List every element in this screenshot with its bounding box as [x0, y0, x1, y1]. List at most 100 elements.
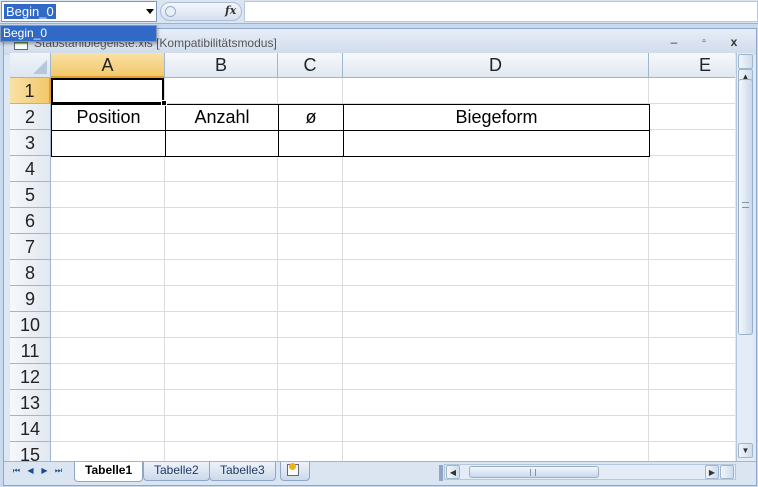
chevron-down-icon[interactable]: [146, 9, 154, 14]
cell-a11[interactable]: [51, 338, 165, 364]
cell-b11[interactable]: [165, 338, 278, 364]
row-header-12[interactable]: 12: [10, 364, 51, 390]
split-box-icon[interactable]: [738, 54, 753, 69]
cell-d12[interactable]: [343, 364, 649, 390]
cell-b10[interactable]: [165, 312, 278, 338]
cell-c4[interactable]: [278, 156, 343, 182]
cell-a14[interactable]: [51, 416, 165, 442]
cell-a12[interactable]: [51, 364, 165, 390]
cell-e12[interactable]: [649, 364, 735, 390]
column-header-b[interactable]: B: [165, 53, 278, 78]
cell-d9[interactable]: [343, 286, 649, 312]
row-header-3[interactable]: 3: [10, 130, 51, 156]
cell-e5[interactable]: [649, 182, 735, 208]
cell-a3[interactable]: [51, 130, 166, 157]
row-header-11[interactable]: 11: [10, 338, 51, 364]
row-header-5[interactable]: 5: [10, 182, 51, 208]
cell-c7[interactable]: [278, 234, 343, 260]
previous-sheet-icon[interactable]: ◀: [24, 465, 37, 477]
cell-a9[interactable]: [51, 286, 165, 312]
dropdown-item-begin-0[interactable]: Begin_0: [1, 26, 156, 41]
cell-d3[interactable]: [343, 130, 650, 157]
column-header-c[interactable]: C: [278, 53, 343, 78]
cell-d4[interactable]: [343, 156, 649, 182]
cell-b8[interactable]: [165, 260, 278, 286]
next-sheet-icon[interactable]: ▶: [38, 465, 51, 477]
cell-e13[interactable]: [649, 390, 735, 416]
cell-b9[interactable]: [165, 286, 278, 312]
cell-e14[interactable]: [649, 416, 735, 442]
row-header-2[interactable]: 2: [10, 104, 51, 130]
cell-b12[interactable]: [165, 364, 278, 390]
restore-button[interactable]: ▫: [694, 34, 714, 50]
tab-tabelle1[interactable]: Tabelle1: [74, 462, 144, 482]
cell-d15[interactable]: [343, 442, 649, 461]
row-header-6[interactable]: 6: [10, 208, 51, 234]
tab-tabelle3[interactable]: Tabelle3: [209, 462, 276, 481]
cell-a10[interactable]: [51, 312, 165, 338]
cell-c2-diameter[interactable]: ø: [278, 104, 344, 131]
cell-e7[interactable]: [649, 234, 735, 260]
cell-c12[interactable]: [278, 364, 343, 390]
cell-b7[interactable]: [165, 234, 278, 260]
cell-e6[interactable]: [649, 208, 735, 234]
scroll-down-icon[interactable]: ▼: [738, 443, 753, 458]
cell-e2[interactable]: [649, 104, 735, 130]
cell-a15[interactable]: [51, 442, 165, 461]
cell-d5[interactable]: [343, 182, 649, 208]
cell-b4[interactable]: [165, 156, 278, 182]
minimize-button[interactable]: –: [664, 34, 684, 50]
cell-c14[interactable]: [278, 416, 343, 442]
cell-a2-position[interactable]: Position: [51, 104, 166, 131]
row-header-7[interactable]: 7: [10, 234, 51, 260]
insert-sheet-button[interactable]: [280, 462, 310, 481]
tab-tabelle2[interactable]: Tabelle2: [143, 462, 210, 481]
horizontal-scrollbar[interactable]: ◀ ▶: [439, 464, 736, 481]
row-header-15[interactable]: 15: [10, 442, 51, 461]
cell-a13[interactable]: [51, 390, 165, 416]
cell-a6[interactable]: [51, 208, 165, 234]
cell-b3[interactable]: [165, 130, 279, 157]
cell-a5[interactable]: [51, 182, 165, 208]
row-header-8[interactable]: 8: [10, 260, 51, 286]
cell-e9[interactable]: [649, 286, 735, 312]
close-button[interactable]: x: [724, 34, 744, 50]
last-sheet-icon[interactable]: ⏭: [52, 465, 65, 477]
cell-d7[interactable]: [343, 234, 649, 260]
cell-c1[interactable]: [278, 78, 343, 104]
cell-e3[interactable]: [649, 130, 735, 156]
cell-c9[interactable]: [278, 286, 343, 312]
cell-c3[interactable]: [278, 130, 344, 157]
cell-b1[interactable]: [165, 78, 278, 104]
cell-c13[interactable]: [278, 390, 343, 416]
tab-split-handle[interactable]: [439, 465, 443, 481]
fill-handle[interactable]: [161, 100, 167, 106]
horizontal-scroll-thumb[interactable]: [469, 466, 599, 478]
cell-d2-biegeform[interactable]: Biegeform: [343, 104, 650, 131]
cell-c6[interactable]: [278, 208, 343, 234]
cell-e15[interactable]: [649, 442, 735, 461]
cell-b6[interactable]: [165, 208, 278, 234]
cell-d1[interactable]: [343, 78, 649, 104]
cell-e1[interactable]: [649, 78, 735, 104]
scroll-right-icon[interactable]: ▶: [705, 465, 719, 479]
resize-grip-icon[interactable]: [165, 6, 176, 17]
insert-function-button[interactable]: fx: [225, 4, 236, 17]
cell-e11[interactable]: [649, 338, 735, 364]
cell-b15[interactable]: [165, 442, 278, 461]
cell-c15[interactable]: [278, 442, 343, 461]
active-cell-a1[interactable]: [51, 78, 164, 104]
row-header-13[interactable]: 13: [10, 390, 51, 416]
cell-e10[interactable]: [649, 312, 735, 338]
cell-d11[interactable]: [343, 338, 649, 364]
column-header-a[interactable]: A: [51, 53, 165, 78]
cell-d10[interactable]: [343, 312, 649, 338]
cell-e4[interactable]: [649, 156, 735, 182]
cell-c11[interactable]: [278, 338, 343, 364]
column-header-d[interactable]: D: [343, 53, 649, 78]
row-header-14[interactable]: 14: [10, 416, 51, 442]
cell-d14[interactable]: [343, 416, 649, 442]
cell-c8[interactable]: [278, 260, 343, 286]
column-header-e[interactable]: E: [649, 53, 735, 78]
first-sheet-icon[interactable]: ⏮: [10, 465, 23, 477]
